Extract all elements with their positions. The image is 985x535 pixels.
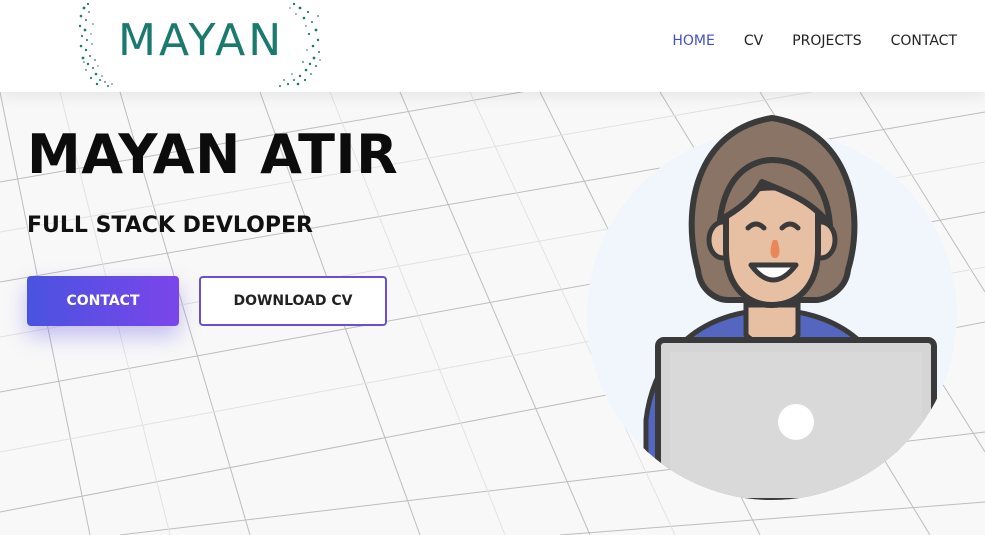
nav-cv[interactable]: CV [744,31,763,51]
download-cv-button[interactable]: DOWNLOAD CV [199,276,387,326]
main-nav: HOME CV PROJECTS CONTACT [643,31,957,51]
hero-title: MAYAN ATIR [27,123,399,186]
nav-projects[interactable]: PROJECTS [792,31,861,51]
nav-home[interactable]: HOME [672,31,714,51]
logo-text: MAYAN [118,15,285,66]
hero-subtitle: FULL STACK DEVLOPER [27,213,313,238]
navbar: MAYAN HOME CV PROJECTS CONTACT [0,0,985,92]
site-logo[interactable]: MAYAN [78,0,323,88]
developer-avatar-icon [587,114,957,500]
nav-contact[interactable]: CONTACT [891,31,957,51]
contact-button[interactable]: CONTACT [27,276,179,326]
